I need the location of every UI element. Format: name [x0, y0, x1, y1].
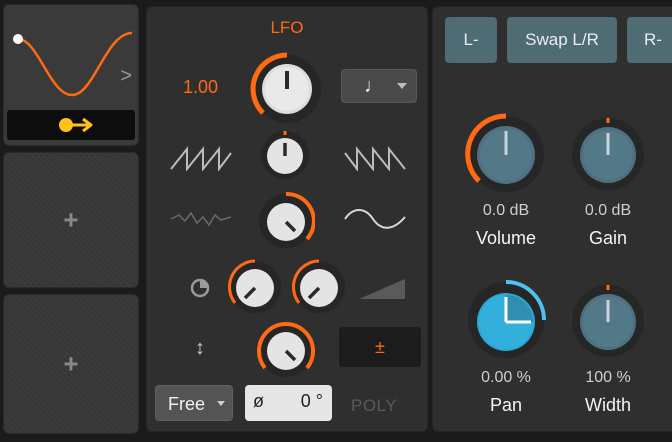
ramp-icon[interactable]: [357, 275, 407, 301]
width-knob[interactable]: [569, 282, 647, 360]
volume-value[interactable]: 0.0 dB: [456, 202, 556, 220]
chevron-down-icon: [217, 401, 225, 406]
left-mute-button[interactable]: L-: [445, 17, 497, 63]
mode-label: Free: [168, 394, 206, 414]
phase-reset-icon[interactable]: [187, 275, 213, 301]
poly-toggle[interactable]: POLY: [351, 396, 397, 416]
gain-value[interactable]: 0.0 dB: [558, 202, 658, 220]
saw-down-shape-icon[interactable]: [343, 145, 407, 171]
waveform-morph-knob[interactable]: [257, 192, 315, 250]
volume-label: Volume: [475, 228, 537, 248]
arrow-right-icon: [59, 117, 93, 133]
skew-knob[interactable]: [227, 259, 283, 315]
gain-knob[interactable]: [569, 115, 647, 193]
empty-modulator-slot[interactable]: +: [3, 152, 139, 288]
gain-label: Gain: [588, 228, 628, 248]
lfo-panel: LFO 1.00 ♩ ↕ ± Free ø 0 ° POLY: [146, 6, 428, 432]
volume-knob[interactable]: [465, 113, 547, 195]
shape-knob[interactable]: [259, 129, 311, 181]
right-mute-button[interactable]: R-: [627, 17, 672, 63]
chevron-down-icon: [397, 83, 407, 89]
swap-lr-button[interactable]: Swap L/R: [507, 17, 617, 63]
saw-up-shape-icon[interactable]: [169, 145, 233, 171]
sine-shape-icon[interactable]: [343, 205, 407, 231]
up-down-arrow-icon[interactable]: ↕: [195, 337, 205, 360]
rate-knob[interactable]: [249, 51, 325, 127]
phase-field[interactable]: ø 0 °: [245, 385, 332, 421]
chevron-right-icon[interactable]: >: [120, 65, 132, 88]
width-value[interactable]: 100 %: [558, 369, 658, 387]
add-modulator-icon[interactable]: +: [4, 205, 138, 236]
pan-value[interactable]: 0.00 %: [456, 369, 556, 387]
add-modulator-icon[interactable]: +: [4, 349, 138, 380]
rate-value[interactable]: 1.00: [183, 77, 218, 98]
exp-knob[interactable]: [291, 259, 347, 315]
amount-knob[interactable]: [257, 321, 315, 379]
waveform-preview-icon: [13, 31, 133, 97]
pan-label: Pan: [489, 395, 523, 415]
lfo-modulator-slot[interactable]: >: [3, 4, 139, 146]
modulator-slot-column: > + +: [0, 0, 142, 442]
modulation-routing-bar[interactable]: [7, 110, 135, 140]
mode-dropdown[interactable]: Free: [155, 385, 233, 421]
timebase-dropdown[interactable]: ♩: [341, 69, 417, 103]
pan-knob[interactable]: [465, 279, 547, 361]
bipolar-toggle[interactable]: ±: [339, 327, 421, 367]
panel-title: LFO: [270, 18, 304, 37]
width-label: Width: [584, 395, 631, 415]
phase-value: 0 °: [300, 391, 323, 411]
tool-panel: L- Swap L/R R- 0.0 dB Volume 0.0 dB Gain…: [432, 6, 672, 432]
quarter-note-icon: ♩: [364, 75, 384, 97]
empty-modulator-slot[interactable]: +: [3, 294, 139, 434]
random-shape-icon[interactable]: [169, 205, 233, 231]
phase-icon: ø: [253, 391, 264, 411]
